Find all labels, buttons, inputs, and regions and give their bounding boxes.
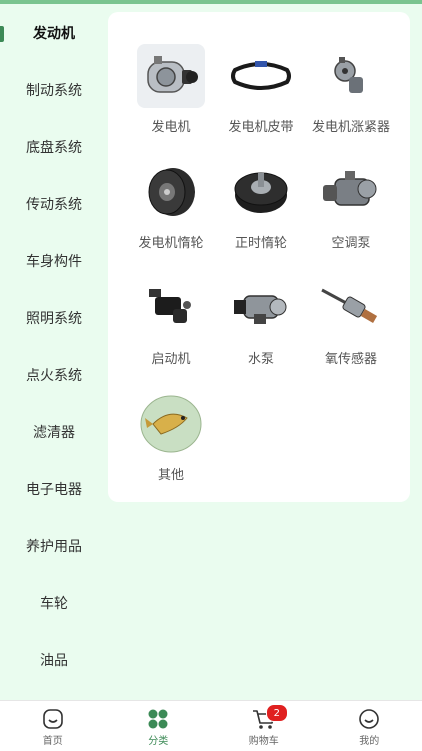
category-icon [147,708,169,730]
tab-label: 首页 [43,732,63,747]
product-ac-compressor[interactable]: 空调泵 [306,158,396,254]
product-label: 发电机惰轮 [138,232,203,251]
belt-image [227,44,295,108]
product-label: 发电机 [151,116,190,135]
sidebar-item-wheels[interactable]: 车轮 [0,574,108,631]
sidebar-item-body[interactable]: 车身构件 [0,232,108,289]
product-label: 氧传感器 [325,348,377,367]
tab-label: 购物车 [249,732,279,747]
product-label: 空调泵 [331,232,370,251]
product-label: 正时惰轮 [235,232,287,251]
category-sidebar: 发动机 制动系统 底盘系统 传动系统 车身构件 照明系统 点火系统 滤清器 电子… [0,4,108,700]
sidebar-item-maintenance[interactable]: 养护用品 [0,517,108,574]
product-idler-pulley[interactable]: 发电机惰轮 [126,158,216,254]
tensioner-image [317,44,385,108]
sidebar-item-chassis[interactable]: 底盘系统 [0,118,108,175]
sidebar-item-label: 照明系统 [26,308,82,328]
sidebar-item-label: 车身构件 [26,251,82,271]
tab-profile[interactable]: 我的 [317,701,422,751]
timing-idler-image [227,160,295,224]
idler-pulley-image [137,160,205,224]
sidebar-item-label: 滤清器 [33,422,75,442]
sidebar-item-label: 电子电器 [26,479,82,499]
sidebar-item-label: 传动系统 [26,194,82,214]
product-alternator[interactable]: 发电机 [126,42,216,138]
tab-cart[interactable]: 2 购物车 [211,701,317,751]
sidebar-item-label: 车轮 [40,593,68,613]
oxygen-sensor-image [317,276,385,340]
tab-home[interactable]: 首页 [0,701,106,751]
product-label: 启动机 [151,348,190,367]
product-oxygen-sensor[interactable]: 氧传感器 [306,274,396,370]
product-tensioner[interactable]: 发电机涨紧器 [306,42,396,138]
product-belt[interactable]: 发电机皮带 [216,42,306,138]
sidebar-item-transmission[interactable]: 传动系统 [0,175,108,232]
product-panel: 发电机 发电机皮带 发电机涨紧器 [108,12,410,502]
cart-badge: 2 [266,704,288,722]
product-timing-idler[interactable]: 正时惰轮 [216,158,306,254]
sidebar-item-engine[interactable]: 发动机 [0,4,108,61]
product-label: 其他 [158,464,184,483]
sidebar-item-ignition[interactable]: 点火系统 [0,346,108,403]
sidebar-item-oil[interactable]: 油品 [0,631,108,688]
bottom-tab-bar: 首页 分类 2 购物车 我的 [0,700,422,751]
sidebar-item-lighting[interactable]: 照明系统 [0,289,108,346]
sidebar-item-label: 底盘系统 [26,137,82,157]
sidebar-item-label: 制动系统 [26,80,82,100]
profile-icon [358,708,380,730]
home-icon [42,708,64,730]
starter-image [137,276,205,340]
alternator-image [137,44,205,108]
sidebar-item-label: 养护用品 [26,536,82,556]
fish-image [137,392,205,456]
sidebar-item-filter[interactable]: 滤清器 [0,403,108,460]
tab-category[interactable]: 分类 [106,701,212,751]
sidebar-item-label: 油品 [40,650,68,670]
product-starter[interactable]: 启动机 [126,274,216,370]
tab-label: 我的 [359,732,379,747]
product-grid: 发电机 发电机皮带 发电机涨紧器 [126,42,396,486]
tab-label: 分类 [148,732,168,747]
sidebar-item-label: 点火系统 [26,365,82,385]
water-pump-image [227,276,295,340]
product-label: 水泵 [248,348,274,367]
sidebar-item-label: 发动机 [33,23,75,43]
sidebar-item-electrical[interactable]: 电子电器 [0,460,108,517]
product-water-pump[interactable]: 水泵 [216,274,306,370]
ac-compressor-image [317,160,385,224]
sidebar-item-brake[interactable]: 制动系统 [0,61,108,118]
product-other[interactable]: 其他 [126,390,216,486]
product-label: 发电机皮带 [228,116,293,135]
product-label: 发电机涨紧器 [312,116,390,135]
